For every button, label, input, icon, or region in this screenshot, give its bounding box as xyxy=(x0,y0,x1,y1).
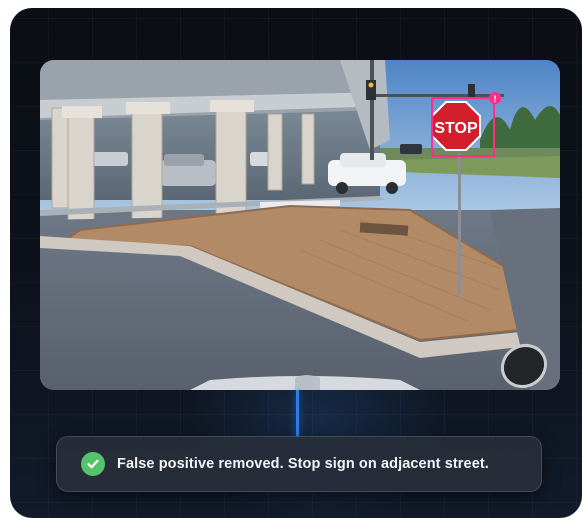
toast-message: False positive removed. Stop sign on adj… xyxy=(117,456,489,472)
stop-sign-text: STOP xyxy=(434,120,478,137)
check-circle-icon xyxy=(81,452,105,476)
dashcam-scene: STOP ! xyxy=(40,60,560,390)
alert-icon: ! xyxy=(494,94,497,104)
dashcam-view: STOP ! xyxy=(40,60,560,390)
timeline-indicator xyxy=(296,390,299,438)
app-frame: STOP ! False positive removed. Stop sign… xyxy=(10,8,582,518)
notification-toast: False positive removed. Stop sign on adj… xyxy=(56,436,542,492)
stop-sign: STOP xyxy=(431,101,481,151)
